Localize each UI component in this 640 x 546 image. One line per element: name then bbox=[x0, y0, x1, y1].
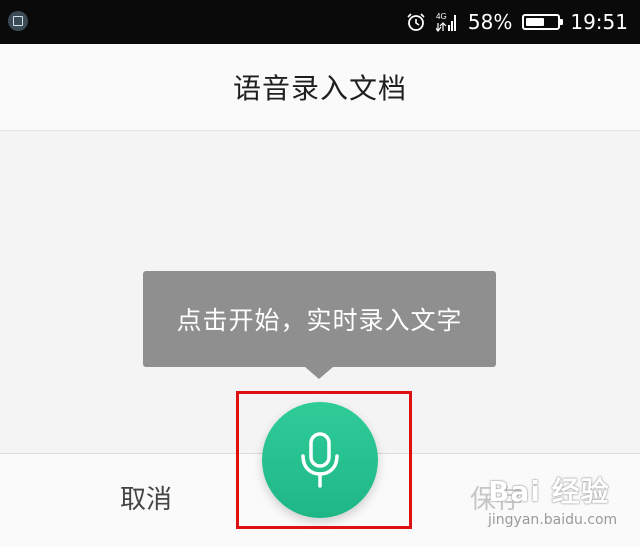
tooltip-arrow bbox=[305, 367, 333, 379]
battery-icon bbox=[522, 14, 564, 30]
status-indicators: 4G 58% 19:51 bbox=[406, 0, 628, 44]
hint-tooltip: 点击开始，实时录入文字 bbox=[143, 271, 496, 367]
screenshot-icon bbox=[8, 11, 28, 31]
watermark-brand: Bai 经验 bbox=[488, 475, 610, 508]
watermark: Bai 经验 jingyan.baidu.com bbox=[488, 470, 638, 540]
cancel-button[interactable]: 取消 bbox=[96, 478, 196, 522]
page-title: 语音录入文档 bbox=[232, 72, 407, 105]
watermark-url: jingyan.baidu.com bbox=[488, 512, 618, 528]
status-bar: 4G 58% 19:51 bbox=[0, 0, 640, 44]
network-type: 4G bbox=[436, 12, 447, 21]
status-time: 19:51 bbox=[570, 10, 628, 34]
signal-icon: 4G bbox=[434, 11, 458, 33]
battery-percent: 58% bbox=[467, 10, 513, 34]
highlight-annotation-box bbox=[236, 391, 412, 529]
alarm-icon bbox=[406, 12, 426, 32]
tooltip-text: 点击开始，实时录入文字 bbox=[176, 306, 463, 335]
app-header: 语音录入文档 bbox=[0, 44, 640, 131]
